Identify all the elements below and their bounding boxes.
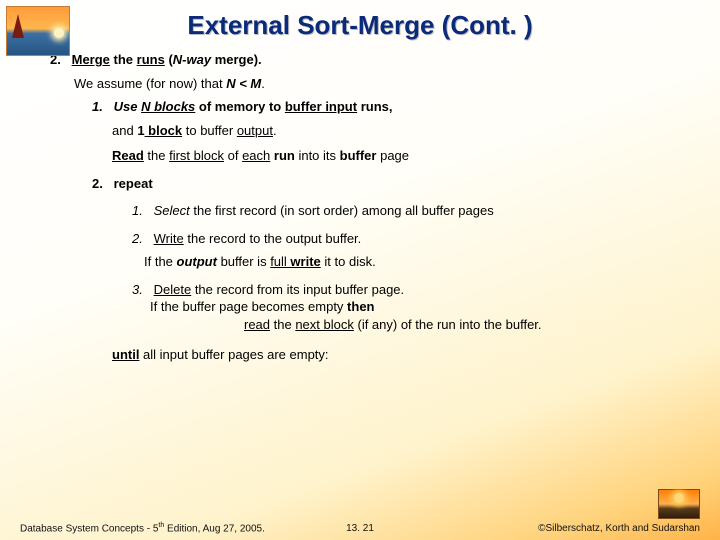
text: ( — [165, 52, 173, 67]
substep-1: 1. Use N blocks of memory to buffer inpu… — [92, 98, 690, 116]
sunset-image-small — [658, 489, 700, 519]
repeat-step-3-read: read the next block (if any) of the run … — [244, 316, 690, 334]
merge-word: Merge — [72, 52, 110, 67]
text: We assume (for now) that — [74, 76, 226, 91]
text: the record to the output buffer. — [184, 231, 362, 246]
text: buffer is — [217, 254, 270, 269]
slide-footer: Database System Concepts - 5th Edition, … — [0, 489, 720, 534]
text: it to disk. — [321, 254, 376, 269]
run-word: run — [270, 148, 295, 163]
text: . — [261, 76, 265, 91]
write-word: Write — [154, 231, 184, 246]
text: Edition, Aug 27, 2005. — [164, 523, 265, 534]
text: and — [112, 123, 137, 138]
slide-title: External Sort-Merge (Cont. ) — [0, 0, 720, 51]
step-number: 2. — [132, 230, 146, 248]
read-word: read — [244, 317, 270, 332]
repeat-step-2-if: If the output buffer is full write it to… — [144, 253, 690, 271]
repeat-step-1: 1. Select the first record (in sort orde… — [132, 202, 690, 220]
buffer-word: buffer — [285, 99, 322, 114]
first-block: first block — [169, 148, 224, 163]
text: . — [273, 123, 277, 138]
text: runs, — [357, 99, 392, 114]
substep-number: 1. — [92, 98, 106, 116]
text: If the — [144, 254, 177, 269]
write-word: write — [287, 254, 321, 269]
text: (if any) of the run into the buffer. — [354, 317, 542, 332]
text: to buffer — [182, 123, 237, 138]
repeat-word: repeat — [114, 176, 153, 191]
input-word: input — [322, 99, 357, 114]
text: If the buffer page becomes empty — [150, 299, 347, 314]
nway: N-way — [173, 52, 211, 67]
buffer-word: buffer — [340, 148, 377, 163]
step-2-heading: 2. Merge the runs (N-way merge). — [50, 51, 690, 69]
sailboat-sunset-image — [6, 6, 70, 56]
text: the — [270, 317, 295, 332]
substep-number: 2. — [92, 175, 106, 193]
text: of memory to — [195, 99, 285, 114]
each-word: each — [242, 148, 270, 163]
footer-center: 13. 21 — [346, 523, 374, 534]
substep-1-line3: Read the first block of each run into it… — [112, 147, 690, 165]
select-word: Select — [154, 203, 190, 218]
text: into its — [295, 148, 340, 163]
delete-word: Delete — [154, 282, 192, 297]
text: merge). — [211, 52, 262, 67]
n-blocks: N blocks — [141, 99, 195, 114]
footer-left: Database System Concepts - 5th Edition, … — [20, 522, 265, 534]
step-number: 1. — [132, 202, 146, 220]
output-word: output — [177, 254, 217, 269]
one: 1 — [137, 123, 144, 138]
text: the first record (in sort order) among a… — [190, 203, 494, 218]
text: of — [224, 148, 242, 163]
full-word: full — [270, 254, 287, 269]
assumption-line: We assume (for now) that N < M. — [74, 75, 690, 93]
step-number: 3. — [132, 281, 146, 299]
copyright-text: ©Silberschatz, Korth and Sudarshan — [538, 523, 700, 534]
text: the — [144, 148, 169, 163]
text: all input buffer pages are empty: — [139, 347, 328, 362]
n-lt-m: N < M — [226, 76, 261, 91]
until-line: until all input buffer pages are empty: — [112, 346, 690, 364]
repeat-step-2: 2. Write the record to the output buffer… — [132, 230, 690, 248]
text: the record from its input buffer page. — [191, 282, 404, 297]
until-word: until — [112, 347, 139, 362]
runs-word: runs — [137, 52, 165, 67]
output-word: output — [237, 123, 273, 138]
then-word: then — [347, 299, 374, 314]
block-word: block — [145, 123, 183, 138]
text: the — [110, 52, 137, 67]
text: Use — [114, 99, 141, 114]
read-word: Read — [112, 148, 144, 163]
repeat-step-3: 3. Delete the record from its input buff… — [132, 281, 690, 334]
slide-body: 2. Merge the runs (N-way merge). We assu… — [0, 51, 720, 363]
text: Database System Concepts - 5 — [20, 523, 158, 534]
substep-1-line2: and 1 block to buffer output. — [112, 122, 690, 140]
substep-2: 2. repeat — [92, 175, 690, 193]
footer-right: ©Silberschatz, Korth and Sudarshan — [538, 489, 700, 534]
text: page — [376, 148, 409, 163]
next-block: next block — [295, 317, 354, 332]
